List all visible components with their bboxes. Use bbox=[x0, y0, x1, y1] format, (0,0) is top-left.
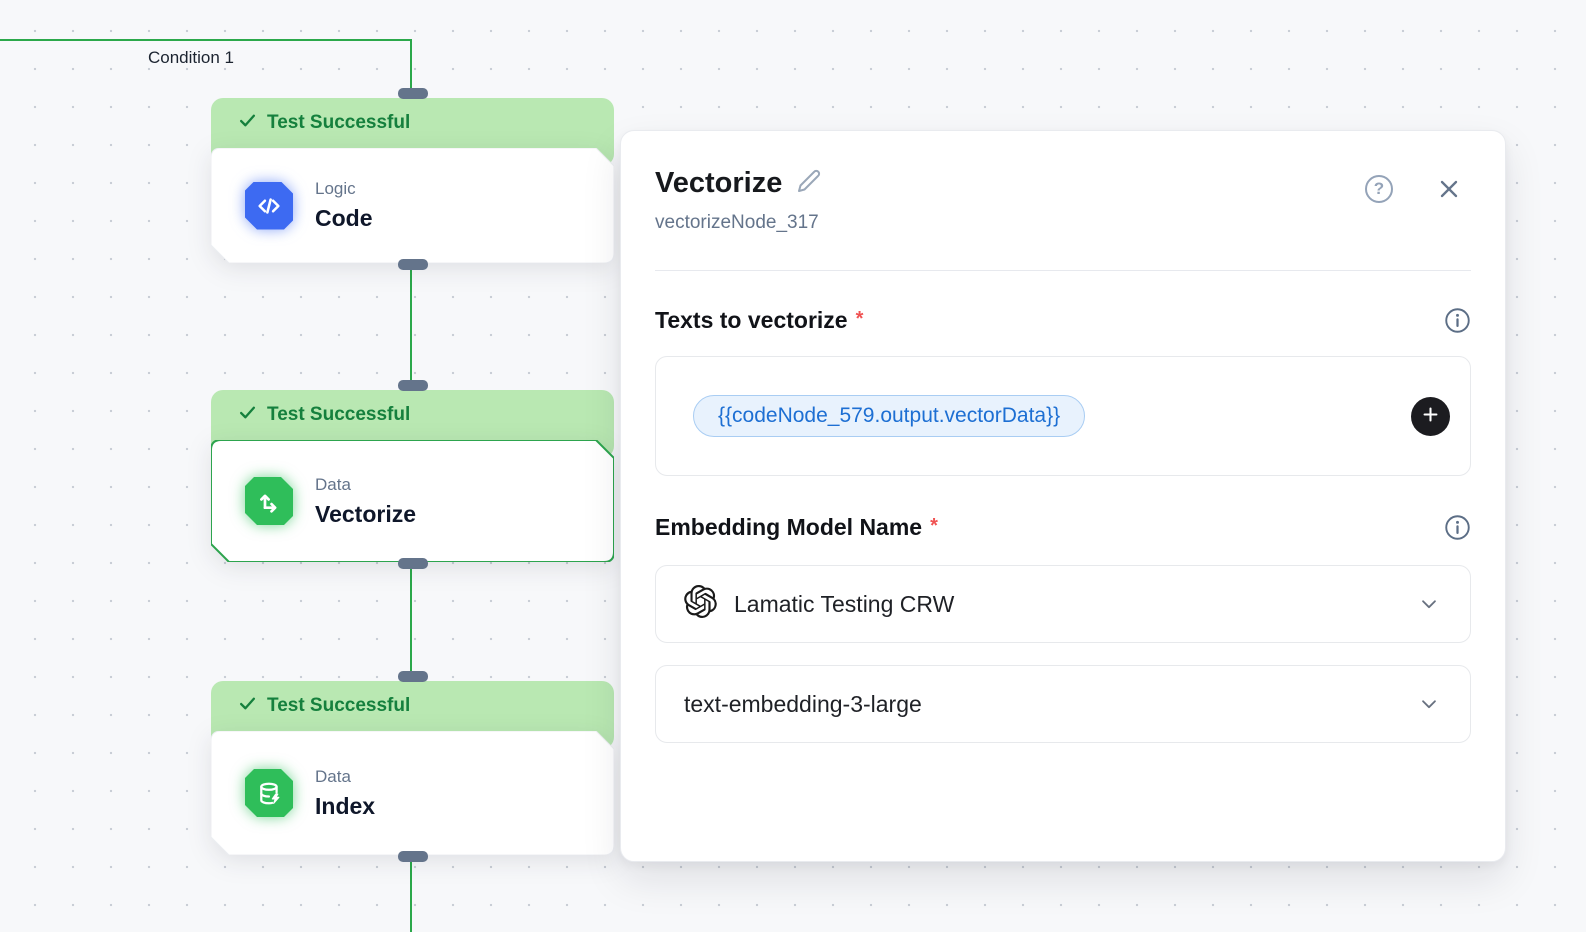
info-icon[interactable] bbox=[1444, 307, 1471, 334]
node-name: Vectorize bbox=[315, 501, 416, 528]
node-output-handle[interactable] bbox=[398, 558, 428, 569]
node-card-content: Data Index bbox=[211, 731, 614, 855]
node-config-panel: Vectorize vectorizeNode_317 ? bbox=[620, 130, 1506, 862]
node-card-content: Logic Code bbox=[211, 148, 614, 263]
help-icon[interactable]: ? bbox=[1365, 175, 1393, 203]
node-name: Index bbox=[315, 793, 375, 820]
node-card-content: Data Vectorize bbox=[211, 440, 614, 562]
node-code[interactable]: Test Successful Logic Code bbox=[211, 98, 614, 263]
node-category: Data bbox=[315, 475, 416, 495]
panel-title: Vectorize bbox=[655, 167, 782, 200]
node-name: Code bbox=[315, 205, 373, 232]
credential-select[interactable]: Lamatic Testing CRW bbox=[655, 565, 1471, 643]
edit-pencil-icon[interactable] bbox=[797, 169, 821, 198]
required-asterisk: * bbox=[856, 308, 864, 330]
texts-to-vectorize-field[interactable]: {{codeNode_579.output.vectorData}} bbox=[655, 356, 1471, 476]
node-input-handle[interactable] bbox=[398, 380, 428, 391]
add-text-button[interactable] bbox=[1411, 397, 1450, 436]
credential-value: Lamatic Testing CRW bbox=[734, 591, 954, 618]
node-status-text: Test Successful bbox=[267, 404, 410, 426]
plus-icon bbox=[1421, 405, 1440, 427]
check-icon bbox=[238, 695, 257, 718]
node-id-subtitle: vectorizeNode_317 bbox=[655, 212, 821, 234]
embedding-section-label: Embedding Model Name* bbox=[655, 514, 938, 541]
node-vectorize[interactable]: Test Successful Data Vectorize bbox=[211, 390, 614, 562]
flow-canvas[interactable]: Condition 1 Test Successful bbox=[0, 0, 1586, 932]
edge-condition-horizontal bbox=[0, 39, 412, 41]
edge-label-condition: Condition 1 bbox=[148, 48, 234, 68]
info-icon[interactable] bbox=[1444, 514, 1471, 541]
openai-logo-icon bbox=[684, 585, 717, 624]
node-index[interactable]: Test Successful Data Ind bbox=[211, 681, 614, 855]
panel-divider bbox=[655, 270, 1471, 271]
node-category: Data bbox=[315, 767, 375, 787]
close-icon[interactable] bbox=[1435, 175, 1463, 203]
node-status-text: Test Successful bbox=[267, 695, 410, 717]
model-value: text-embedding-3-large bbox=[684, 691, 922, 718]
node-input-handle[interactable] bbox=[398, 88, 428, 99]
variable-pill[interactable]: {{codeNode_579.output.vectorData}} bbox=[693, 395, 1085, 437]
vector-axes-icon bbox=[245, 477, 293, 525]
chevron-down-icon bbox=[1418, 693, 1440, 715]
node-category: Logic bbox=[315, 179, 373, 199]
model-select[interactable]: text-embedding-3-large bbox=[655, 665, 1471, 743]
chevron-down-icon bbox=[1418, 593, 1440, 615]
required-asterisk: * bbox=[930, 515, 938, 537]
database-bolt-icon bbox=[245, 769, 293, 817]
check-icon bbox=[238, 404, 257, 427]
texts-section-label: Texts to vectorize* bbox=[655, 307, 863, 334]
help-glyph: ? bbox=[1374, 179, 1384, 199]
node-status-text: Test Successful bbox=[267, 112, 410, 134]
check-icon bbox=[238, 112, 257, 135]
node-input-handle[interactable] bbox=[398, 671, 428, 682]
node-output-handle[interactable] bbox=[398, 259, 428, 270]
panel-header: Vectorize vectorizeNode_317 ? bbox=[655, 167, 1471, 234]
code-icon bbox=[245, 182, 293, 230]
node-output-handle[interactable] bbox=[398, 851, 428, 862]
